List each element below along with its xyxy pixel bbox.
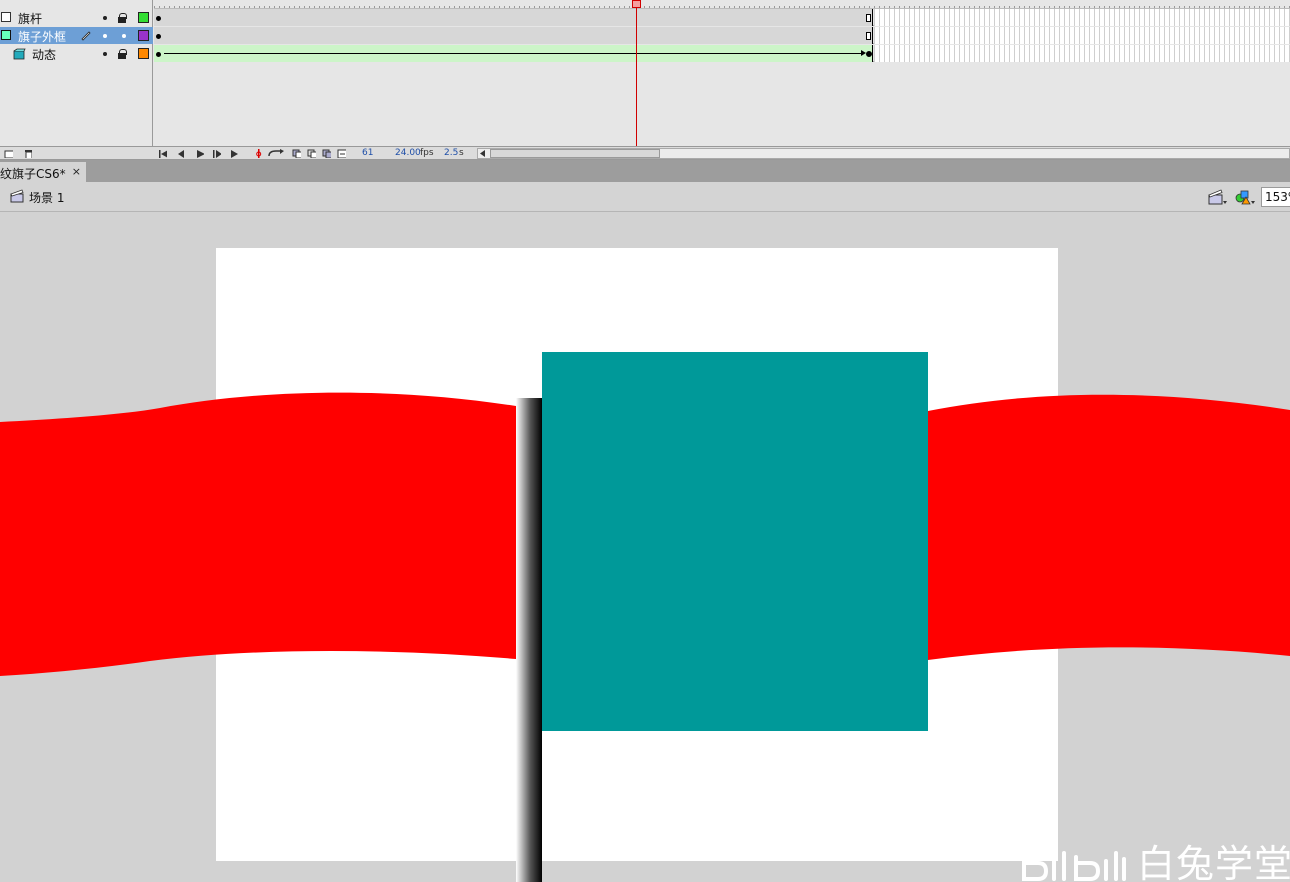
- layer-icon: [1, 30, 11, 40]
- layer-row-motion[interactable]: 动态: [0, 45, 153, 62]
- edit-bar: 场景 1 153%: [0, 182, 1290, 212]
- document-tab[interactable]: 纹旗子CS6* ×: [0, 162, 86, 182]
- edit-symbols-icon[interactable]: [1234, 188, 1256, 206]
- bilibili-logo-icon: [1022, 851, 1126, 881]
- tween-arrow: [164, 50, 866, 56]
- play-icon[interactable]: [195, 149, 204, 158]
- frame-row[interactable]: [154, 27, 1290, 44]
- keyframe[interactable]: [156, 52, 161, 57]
- step-back-icon[interactable]: [176, 149, 185, 158]
- current-frame[interactable]: 61: [362, 148, 373, 158]
- flagpole[interactable]: [516, 398, 542, 882]
- timeline-panel: 旗杆 旗子外框 动态 61 24.00 fps 2.5 s: [0, 0, 1290, 160]
- loop-icon[interactable]: [267, 149, 285, 158]
- scene-breadcrumb[interactable]: 场景 1: [29, 189, 64, 206]
- flag-shape-right[interactable]: [928, 394, 1290, 660]
- empty-frames[interactable]: [874, 9, 1290, 26]
- flag-frame-rectangle[interactable]: [542, 352, 928, 731]
- frame-grid[interactable]: [154, 0, 1290, 146]
- playhead-line: [636, 0, 637, 146]
- outline-color-swatch[interactable]: [138, 30, 149, 41]
- frame-span[interactable]: [154, 27, 873, 44]
- shape-tween-span[interactable]: [154, 45, 873, 62]
- go-to-first-icon[interactable]: [158, 149, 167, 158]
- timeline-scrollbar[interactable]: [477, 148, 1290, 159]
- step-forward-icon[interactable]: [212, 149, 221, 158]
- scroll-left-icon[interactable]: [480, 150, 486, 157]
- modify-markers-icon[interactable]: [337, 149, 346, 158]
- onion-outline-icon[interactable]: [307, 149, 316, 158]
- mask-layer-icon: [13, 48, 26, 60]
- document-tab-strip: 纹旗子CS6* ×: [0, 160, 1290, 182]
- frame-ruler[interactable]: [154, 0, 1290, 9]
- scrollbar-thumb[interactable]: [490, 149, 660, 158]
- visibility-dot-icon[interactable]: [103, 52, 107, 56]
- end-frame[interactable]: [866, 14, 871, 22]
- center-frame-icon[interactable]: [254, 149, 263, 158]
- empty-frames[interactable]: [874, 27, 1290, 44]
- layer-row-flag-frame[interactable]: 旗子外框: [0, 27, 153, 44]
- layer-name: 旗杆: [18, 12, 43, 26]
- end-keyframe[interactable]: [866, 51, 872, 57]
- visibility-dot-icon[interactable]: [103, 34, 107, 38]
- outline-color-swatch[interactable]: [138, 48, 149, 59]
- empty-frames[interactable]: [874, 45, 1290, 62]
- watermark-text: 白兔学堂: [1137, 842, 1290, 882]
- keyframe[interactable]: [156, 16, 161, 21]
- frame-row[interactable]: [154, 45, 1290, 62]
- layer-name: 旗子外框: [18, 30, 67, 44]
- new-layer-icon[interactable]: [4, 149, 13, 158]
- frame-row[interactable]: [154, 9, 1290, 26]
- elapsed-time: 2.5: [444, 148, 459, 158]
- visibility-dot-icon[interactable]: [103, 16, 107, 20]
- lock-icon[interactable]: [118, 49, 127, 59]
- layer-row-flagpole[interactable]: 旗杆: [0, 9, 153, 26]
- playhead-handle[interactable]: [632, 0, 641, 8]
- pencil-icon: [81, 31, 91, 41]
- outline-color-swatch[interactable]: [138, 12, 149, 23]
- end-frame[interactable]: [866, 32, 871, 40]
- layer-name: 动态: [32, 48, 57, 62]
- document-tab-title: 纹旗子CS6*: [0, 167, 66, 181]
- layer-list: 旗杆 旗子外框 动态: [0, 0, 153, 146]
- keyframe[interactable]: [156, 34, 161, 39]
- layer-icon: [1, 12, 11, 22]
- stage-artwork: [0, 352, 1290, 882]
- lock-dot-icon[interactable]: [122, 34, 126, 38]
- elapsed-time-unit: s: [459, 148, 464, 158]
- frame-span[interactable]: [154, 9, 873, 26]
- onion-skin-icon[interactable]: [292, 149, 301, 158]
- zoom-input[interactable]: 153%: [1261, 187, 1290, 207]
- scene-clapper-icon: [10, 189, 24, 203]
- flag-shape-left[interactable]: [0, 392, 516, 676]
- delete-layer-icon[interactable]: [23, 149, 32, 158]
- lock-icon[interactable]: [118, 13, 127, 23]
- edit-multiple-frames-icon[interactable]: [322, 149, 331, 158]
- go-to-last-icon[interactable]: [230, 149, 239, 158]
- edit-scene-icon[interactable]: [1208, 188, 1228, 206]
- stage-pasteboard[interactable]: 白兔学堂: [0, 213, 1290, 882]
- timeline-controls: 61 24.00 fps 2.5 s: [0, 146, 1290, 160]
- frame-rate-unit: fps: [420, 148, 434, 158]
- close-icon[interactable]: ×: [72, 165, 81, 178]
- frame-rate[interactable]: 24.00: [395, 148, 421, 158]
